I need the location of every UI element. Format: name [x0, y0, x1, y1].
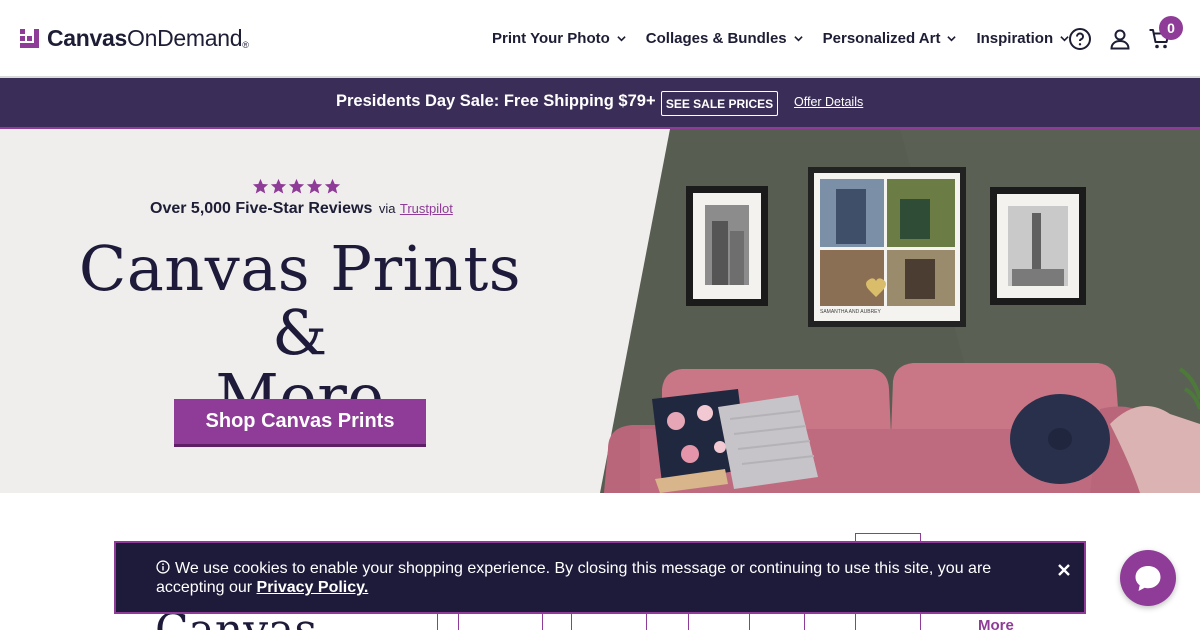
- star-icon: [288, 178, 305, 194]
- chevron-down-icon: [947, 36, 957, 42]
- more-link[interactable]: More: [978, 617, 1014, 630]
- trustpilot-link[interactable]: Trustpilot: [400, 201, 453, 216]
- chevron-down-icon: [617, 36, 626, 42]
- chat-button[interactable]: [1120, 550, 1176, 606]
- site-header: CanvasOnDemand® Print Your Photo Collage…: [0, 0, 1200, 78]
- promo-text: Presidents Day Sale: Free Shipping $79+: [336, 92, 656, 110]
- collage-caption: SAMANTHA AND AUBREY: [820, 309, 882, 315]
- chat-bubble-icon: [1135, 566, 1161, 591]
- account-icon[interactable]: [1108, 27, 1132, 51]
- see-sale-prices-button[interactable]: SEE SALE PRICES: [661, 91, 778, 116]
- promo-bar: Presidents Day Sale: Free Shipping $79+ …: [0, 78, 1200, 129]
- offer-details-link[interactable]: Offer Details: [794, 95, 863, 109]
- nav-collages-bundles[interactable]: Collages & Bundles: [646, 30, 803, 47]
- main-nav: Print Your Photo Collages & Bundles Pers…: [492, 30, 1089, 47]
- privacy-policy-link[interactable]: Privacy Policy.: [257, 579, 369, 596]
- logo[interactable]: CanvasOnDemand®: [20, 25, 249, 52]
- star-icon: [252, 178, 269, 194]
- star-icon: [306, 178, 323, 194]
- logo-mark-icon: [20, 29, 39, 48]
- cookie-banner: We use cookies to enable your shopping e…: [114, 541, 1086, 614]
- shop-canvas-prints-button[interactable]: Shop Canvas Prints: [174, 399, 426, 447]
- cart-count-badge: 0: [1159, 16, 1183, 40]
- hero-banner: SAMANTHA AND AUBREY Over 5,000 Five-Star…: [0, 129, 1200, 493]
- nav-personalized-art[interactable]: Personalized Art: [823, 30, 957, 47]
- info-icon: [156, 560, 170, 574]
- help-icon[interactable]: [1068, 27, 1092, 51]
- reviews-summary: Over 5,000 Five-Star Reviews via Trustpi…: [150, 200, 453, 217]
- rating-stars: [252, 178, 341, 195]
- logo-text: CanvasOnDemand®: [47, 25, 249, 51]
- nav-inspiration[interactable]: Inspiration: [976, 30, 1069, 47]
- nav-print-your-photo[interactable]: Print Your Photo: [492, 30, 626, 47]
- close-icon[interactable]: [1056, 562, 1072, 578]
- cookie-message: We use cookies to enable your shopping e…: [156, 560, 992, 596]
- star-icon: [270, 178, 287, 194]
- star-icon: [324, 178, 341, 194]
- chevron-down-icon: [793, 36, 803, 42]
